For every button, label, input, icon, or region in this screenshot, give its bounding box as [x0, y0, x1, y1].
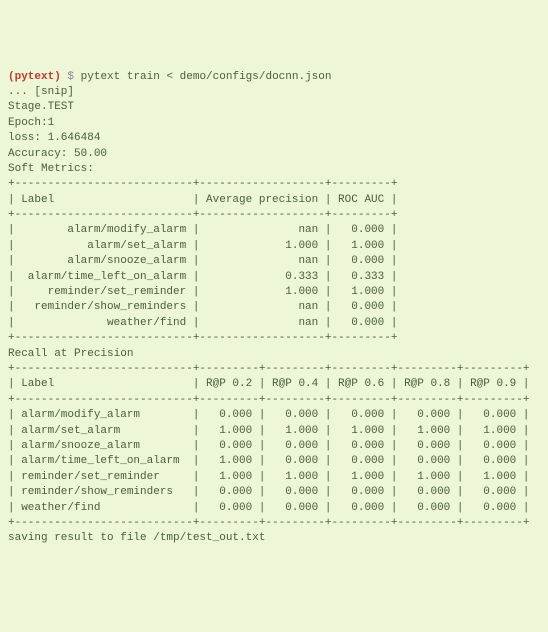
output-line: loss: 1.646484 [8, 131, 540, 146]
output-line: saving result to file /tmp/test_out.txt [8, 531, 540, 546]
output-line: | weather/find | 0.000 | 0.000 | 0.000 |… [8, 501, 540, 516]
output-line: +---------------------------+---------+-… [8, 516, 540, 531]
output-line: +---------------------------+-----------… [8, 208, 540, 223]
output-line: | weather/find | nan | 0.000 | [8, 316, 540, 331]
prompt-symbol: $ [67, 71, 74, 83]
output-line: | alarm/modify_alarm | nan | 0.000 | [8, 223, 540, 238]
output-line: Accuracy: 50.00 [8, 147, 540, 162]
output-line: | alarm/snooze_alarm | nan | 0.000 | [8, 254, 540, 269]
output-line: | alarm/modify_alarm | 0.000 | 0.000 | 0… [8, 408, 540, 423]
output-line: Stage.TEST [8, 100, 540, 115]
prompt-line: (pytext) $ pytext train < demo/configs/d… [8, 70, 540, 85]
output-line: +---------------------------+-----------… [8, 331, 540, 346]
output-line: | reminder/set_reminder | 1.000 | 1.000 … [8, 285, 540, 300]
output-line: | alarm/time_left_on_alarm | 0.333 | 0.3… [8, 270, 540, 285]
output-line: Soft Metrics: [8, 162, 540, 177]
output-line: | reminder/show_reminders | 0.000 | 0.00… [8, 485, 540, 500]
output-line: Recall at Precision [8, 347, 540, 362]
output-line: ... [snip] [8, 85, 540, 100]
command-text: pytext train < demo/configs/docnn.json [81, 71, 332, 83]
prompt-env: (pytext) [8, 71, 61, 83]
output-line: +---------------------------+---------+-… [8, 362, 540, 377]
output-line: +---------------------------+---------+-… [8, 393, 540, 408]
output-line: | Label | R@P 0.2 | R@P 0.4 | R@P 0.6 | … [8, 377, 540, 392]
output-line: | alarm/set_alarm | 1.000 | 1.000 | [8, 239, 540, 254]
output-line: | Label | Average precision | ROC AUC | [8, 193, 540, 208]
output-line: | alarm/time_left_on_alarm | 1.000 | 0.0… [8, 454, 540, 469]
output-line: | alarm/snooze_alarm | 0.000 | 0.000 | 0… [8, 439, 540, 454]
output-line: | reminder/set_reminder | 1.000 | 1.000 … [8, 470, 540, 485]
output-line: Epoch:1 [8, 116, 540, 131]
terminal-output: (pytext) $ pytext train < demo/configs/d… [8, 70, 540, 547]
output-line: | alarm/set_alarm | 1.000 | 1.000 | 1.00… [8, 424, 540, 439]
output-line: | reminder/show_reminders | nan | 0.000 … [8, 300, 540, 315]
output-line: +---------------------------+-----------… [8, 177, 540, 192]
